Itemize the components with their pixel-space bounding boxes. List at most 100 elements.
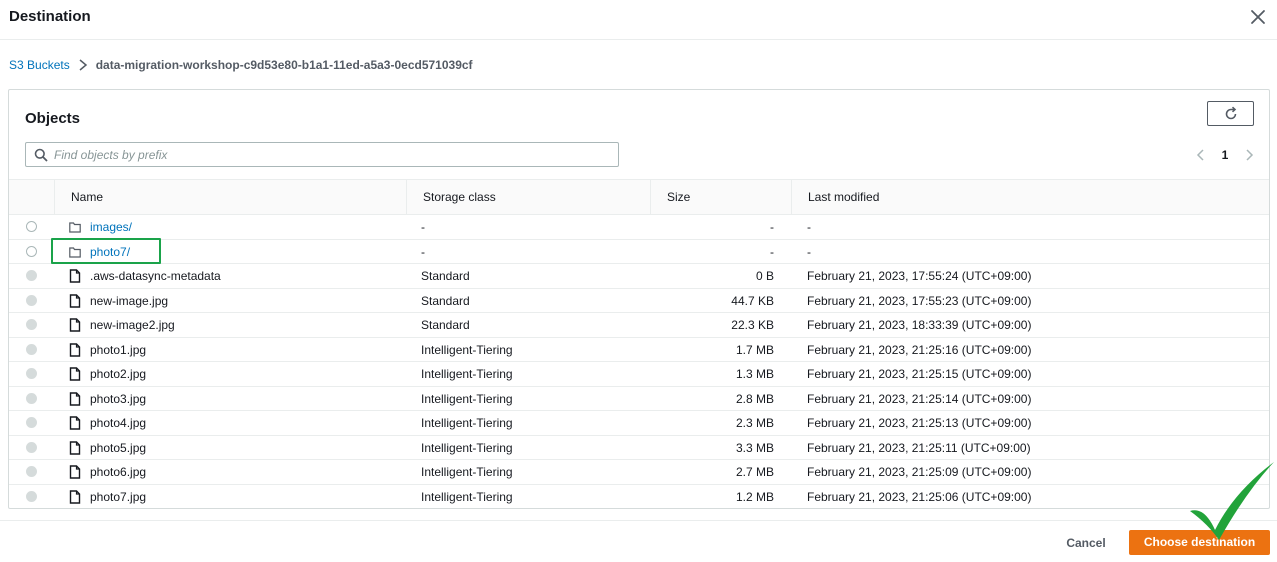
table-row[interactable]: photo4.jpg Intelligent-Tiering 2.3 MB Febru… bbox=[9, 411, 1269, 436]
folder-icon bbox=[69, 246, 81, 258]
storage-class: Intelligent-Tiering bbox=[421, 342, 513, 357]
object-name: photo6.jpg bbox=[90, 465, 147, 479]
object-name: new-image.jpg bbox=[90, 293, 169, 308]
object-name: photo4.jpg bbox=[90, 416, 147, 430]
column-header-name[interactable]: Name bbox=[54, 180, 406, 214]
column-header-size[interactable]: Size bbox=[650, 180, 791, 214]
object-name: .aws-datasync-metadata bbox=[90, 269, 221, 283]
row-radio[interactable] bbox=[26, 245, 37, 257]
refresh-button[interactable] bbox=[1207, 101, 1254, 126]
table-row[interactable]: photo7.jpg Intelligent-Tiering 1.2 MB Febru… bbox=[9, 485, 1269, 510]
breadcrumb-s3-buckets[interactable]: S3 Buckets bbox=[9, 58, 70, 72]
table-row[interactable]: new-image2.jpg Standard 22.3 KB February 21… bbox=[9, 313, 1269, 338]
last-modified: February 21, 2023, 21:25:06 (UTC+09:00) bbox=[807, 489, 1032, 504]
file-icon bbox=[69, 269, 81, 283]
last-modified: February 21, 2023, 17:55:24 (UTC+09:00) bbox=[807, 269, 1032, 283]
close-icon[interactable] bbox=[1247, 6, 1269, 28]
object-size: 1.7 MB bbox=[735, 342, 774, 357]
last-modified: February 21, 2023, 21:25:16 (UTC+09:00) bbox=[807, 342, 1032, 357]
row-radio bbox=[26, 490, 37, 502]
last-modified: February 21, 2023, 17:55:23 (UTC+09:00) bbox=[807, 293, 1032, 308]
file-icon bbox=[69, 318, 81, 332]
last-modified: February 21, 2023, 21:25:09 (UTC+09:00) bbox=[807, 465, 1032, 479]
folder-icon bbox=[69, 222, 81, 233]
dialog-footer: Cancel Choose destination bbox=[0, 520, 1277, 562]
object-size: 1.2 MB bbox=[735, 489, 774, 504]
row-radio bbox=[26, 392, 37, 404]
storage-class: Intelligent-Tiering bbox=[421, 391, 513, 406]
object-name: new-image2.jpg bbox=[90, 318, 175, 332]
storage-class: - bbox=[421, 220, 425, 234]
object-name[interactable]: photo7/ bbox=[90, 240, 130, 264]
cancel-button[interactable]: Cancel bbox=[1058, 532, 1114, 554]
file-icon bbox=[69, 416, 81, 430]
object-size: - bbox=[770, 244, 774, 259]
object-size: - bbox=[770, 220, 774, 234]
object-name: photo1.jpg bbox=[90, 342, 147, 357]
table-row[interactable]: .aws-datasync-metadata Standard 0 B Februar… bbox=[9, 264, 1269, 289]
table-row[interactable]: photo3.jpg Intelligent-Tiering 2.8 MB Febru… bbox=[9, 387, 1269, 411]
storage-class: Intelligent-Tiering bbox=[421, 440, 513, 455]
storage-class: Intelligent-Tiering bbox=[421, 367, 513, 381]
last-modified: February 21, 2023, 21:25:11 (UTC+09:00) bbox=[807, 440, 1031, 455]
last-modified: February 21, 2023, 21:25:15 (UTC+09:00) bbox=[807, 367, 1032, 381]
dialog-title: Destination bbox=[9, 8, 91, 25]
storage-class: Standard bbox=[421, 293, 470, 308]
column-header-last-modified[interactable]: Last modified bbox=[791, 180, 1269, 214]
row-radio[interactable] bbox=[26, 221, 37, 232]
file-icon bbox=[69, 489, 81, 504]
file-icon bbox=[69, 465, 81, 479]
row-radio bbox=[26, 368, 37, 379]
row-radio bbox=[26, 441, 37, 453]
breadcrumb-current-bucket: data-migration-workshop-c9d53e80-b1a1-11… bbox=[95, 58, 473, 72]
table-row[interactable]: photo6.jpg Intelligent-Tiering 2.7 MB Febru… bbox=[9, 460, 1269, 485]
last-modified: February 21, 2023, 21:25:14 (UTC+09:00) bbox=[807, 391, 1032, 406]
column-header-storage-class[interactable]: Storage class bbox=[406, 180, 650, 214]
chevron-left-icon[interactable] bbox=[1195, 148, 1207, 162]
last-modified: - bbox=[807, 244, 811, 259]
select-column-header bbox=[9, 180, 54, 214]
table-row[interactable]: images/ - - - bbox=[9, 215, 1269, 240]
page-number[interactable]: 1 bbox=[1222, 148, 1229, 162]
last-modified: February 21, 2023, 18:33:39 (UTC+09:00) bbox=[807, 318, 1032, 332]
row-radio bbox=[26, 417, 37, 428]
table-header: Name Storage class Size Last modified bbox=[9, 179, 1269, 215]
row-radio bbox=[26, 466, 37, 477]
search-icon bbox=[34, 148, 48, 162]
object-name: photo5.jpg bbox=[90, 440, 147, 455]
object-name: photo7.jpg bbox=[90, 489, 147, 504]
object-size: 2.3 MB bbox=[735, 416, 774, 430]
file-icon bbox=[69, 440, 81, 455]
table-row[interactable]: photo5.jpg Intelligent-Tiering 3.3 MB Febru… bbox=[9, 436, 1269, 460]
table-row[interactable]: photo1.jpg Intelligent-Tiering 1.7 MB Febru… bbox=[9, 338, 1269, 362]
storage-class: Intelligent-Tiering bbox=[421, 489, 513, 504]
object-name: photo3.jpg bbox=[90, 391, 147, 406]
object-size: 44.7 KB bbox=[731, 293, 774, 308]
row-radio bbox=[26, 319, 37, 330]
table-row[interactable]: photo7/ - - - bbox=[9, 240, 1269, 264]
object-size: 3.3 MB bbox=[735, 440, 774, 455]
pagination: 1 bbox=[1195, 146, 1255, 164]
storage-class: Intelligent-Tiering bbox=[421, 416, 513, 430]
table-row[interactable]: photo2.jpg Intelligent-Tiering 1.3 MB Febru… bbox=[9, 362, 1269, 387]
object-name: photo2.jpg bbox=[90, 367, 147, 381]
storage-class: - bbox=[421, 244, 425, 259]
refresh-icon bbox=[1225, 106, 1236, 119]
objects-table-body: images/ - - - photo7/ - - - .aws-datasync-metada… bbox=[9, 215, 1269, 509]
chevron-right-icon[interactable] bbox=[1243, 148, 1255, 162]
object-size: 1.3 MB bbox=[735, 367, 774, 381]
row-radio bbox=[26, 343, 37, 355]
file-icon bbox=[69, 293, 81, 308]
table-row[interactable]: new-image.jpg Standard 44.7 KB February 21,… bbox=[9, 289, 1269, 313]
storage-class: Intelligent-Tiering bbox=[421, 465, 513, 479]
file-icon bbox=[69, 367, 81, 381]
file-icon bbox=[69, 391, 81, 406]
choose-destination-button[interactable]: Choose destination bbox=[1129, 530, 1270, 555]
dialog-header: Destination bbox=[0, 0, 1277, 40]
objects-title: Objects bbox=[25, 110, 81, 127]
search-input[interactable] bbox=[54, 147, 614, 162]
object-name[interactable]: images/ bbox=[90, 215, 132, 239]
row-radio bbox=[26, 270, 37, 281]
search-field[interactable] bbox=[25, 142, 619, 167]
row-radio bbox=[26, 294, 37, 306]
